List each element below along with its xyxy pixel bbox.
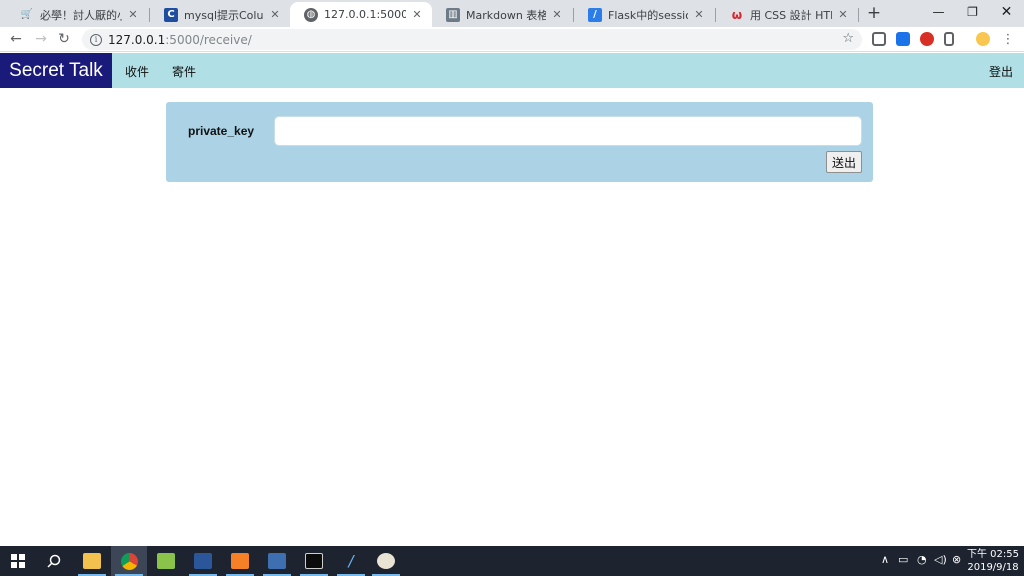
file-explorer-icon[interactable] [74,546,110,576]
close-icon[interactable]: ✕ [126,8,140,21]
new-tab-plus-icon[interactable]: + [864,4,884,24]
clock-date: 2019/9/18 [967,562,1019,573]
notepad-icon [157,553,175,569]
sublime-text-icon[interactable] [222,546,258,576]
windows-logo-icon [11,554,25,568]
bookmark-star-icon[interactable]: ☆ [842,31,854,46]
submit-button[interactable]: 送出 [826,151,862,173]
tab-3-active[interactable]: ◍ 127.0.0.1:5000/receive ✕ [290,2,432,27]
mysql-workbench-icon[interactable] [259,546,295,576]
nav-send-link[interactable]: 寄件 [172,63,196,80]
chrome-logo-icon [120,552,138,570]
site-info-icon[interactable]: i [90,33,102,46]
tab-1[interactable]: 🛒 必學！討人厭的小飛蟲 ✕ [6,2,148,27]
url-host: 127.0.0.1 [108,32,166,47]
back-arrow-icon[interactable]: ← [6,30,26,50]
menu-kebab-icon[interactable]: ⋮ [998,30,1018,50]
close-icon[interactable]: ✕ [692,8,706,21]
palette-icon [377,553,395,569]
close-icon[interactable]: ✕ [550,8,564,21]
tab-title: mysql提示Column cou [184,8,264,22]
command-prompt-icon [305,553,323,569]
feather-icon: / [348,552,354,570]
tab-5[interactable]: / Flask中的session詳細用 ✕ [574,2,714,27]
dolphin-icon [268,553,286,569]
tab-title: Markdown 表格語法示 [466,8,546,22]
feather-icon: / [588,7,602,22]
brand-logo[interactable]: Secret Talk [0,53,112,88]
close-icon[interactable]: ✕ [410,8,424,21]
tab-4[interactable]: ▥ Markdown 表格語法示 ✕ [432,2,572,27]
sublime-logo-icon [231,553,249,569]
globe-icon: ◍ [304,7,318,22]
paint-icon[interactable] [368,546,404,576]
building-icon: ▥ [446,7,460,22]
tab-title: 127.0.0.1:5000/receive [324,8,406,21]
tab-title: Flask中的session詳細用 [608,8,688,22]
profile-avatar-icon[interactable] [976,32,990,46]
tab-title: 用 CSS 設計 HTML 表格 [750,8,832,22]
tab-2[interactable]: C mysql提示Column cou ✕ [150,2,290,27]
reload-icon[interactable]: ↻ [54,30,74,50]
extension-lock-icon[interactable] [896,32,910,46]
wifi-icon[interactable]: ◔ [917,553,927,566]
blog-c-icon: C [164,7,178,22]
w-logo-icon: ω [731,7,743,22]
nav-logout-link[interactable]: 登出 [989,63,1013,80]
tab-separator [858,8,859,22]
chrome-taskbar-icon[interactable] [111,546,147,576]
windows-start-icon[interactable] [0,546,36,576]
shopping-cart-icon: 🛒 [20,9,34,20]
clock-time: 下午 02:55 [967,549,1019,560]
nav-inbox-link[interactable]: 收件 [125,63,149,80]
private-key-input[interactable] [274,116,862,146]
browser-tab-strip: 🛒 必學！討人厭的小飛蟲 ✕ C mysql提示Column cou ✕ ◍ 1… [0,0,1024,27]
tab-title: 必學！討人厭的小飛蟲 [40,8,122,22]
window-close-icon[interactable]: ✕ [984,0,1024,24]
close-icon[interactable]: ✕ [836,8,850,21]
folder-icon [83,553,101,569]
private-key-form: private_key 送出 [166,102,873,182]
site-navbar: Secret Talk 收件 寄件 登出 [0,53,1024,88]
battery-icon[interactable]: ▭ [898,553,908,566]
extension-stop-icon[interactable] [920,32,934,46]
word-logo-icon [194,553,212,569]
extension-chat-icon[interactable] [872,32,886,46]
notepad-plus-icon[interactable] [148,546,184,576]
magnifier-icon [47,554,61,568]
tray-chevron-up-icon[interactable]: ∧ [881,553,889,566]
close-icon[interactable]: ✕ [268,8,282,21]
extension-device-icon[interactable] [944,32,954,46]
tab-6[interactable]: ω 用 CSS 設計 HTML 表格 ✕ [716,2,858,27]
volume-icon[interactable]: ◁) [934,553,947,566]
forward-arrow-icon[interactable]: → [31,30,51,50]
word-icon[interactable] [185,546,221,576]
feather-app-icon[interactable]: / [333,546,369,576]
browser-toolbar: ← → ↻ i 127.0.0.1:5000/receive/ ☆ ⋮ [0,27,1024,52]
address-bar[interactable]: i 127.0.0.1:5000/receive/ ☆ [82,29,862,50]
terminal-icon[interactable] [296,546,332,576]
taskbar-clock[interactable]: 下午 02:55 2019/9/18 [966,548,1020,574]
url-path: :5000/receive/ [165,32,252,47]
private-key-label: private_key [188,124,255,138]
search-icon[interactable] [36,546,72,576]
network-disconnected-icon[interactable]: ⊗ [952,553,961,566]
windows-taskbar: / ∧ ▭ ◔ ◁) ⊗ 下午 02:55 2019/9/18 [0,546,1024,576]
